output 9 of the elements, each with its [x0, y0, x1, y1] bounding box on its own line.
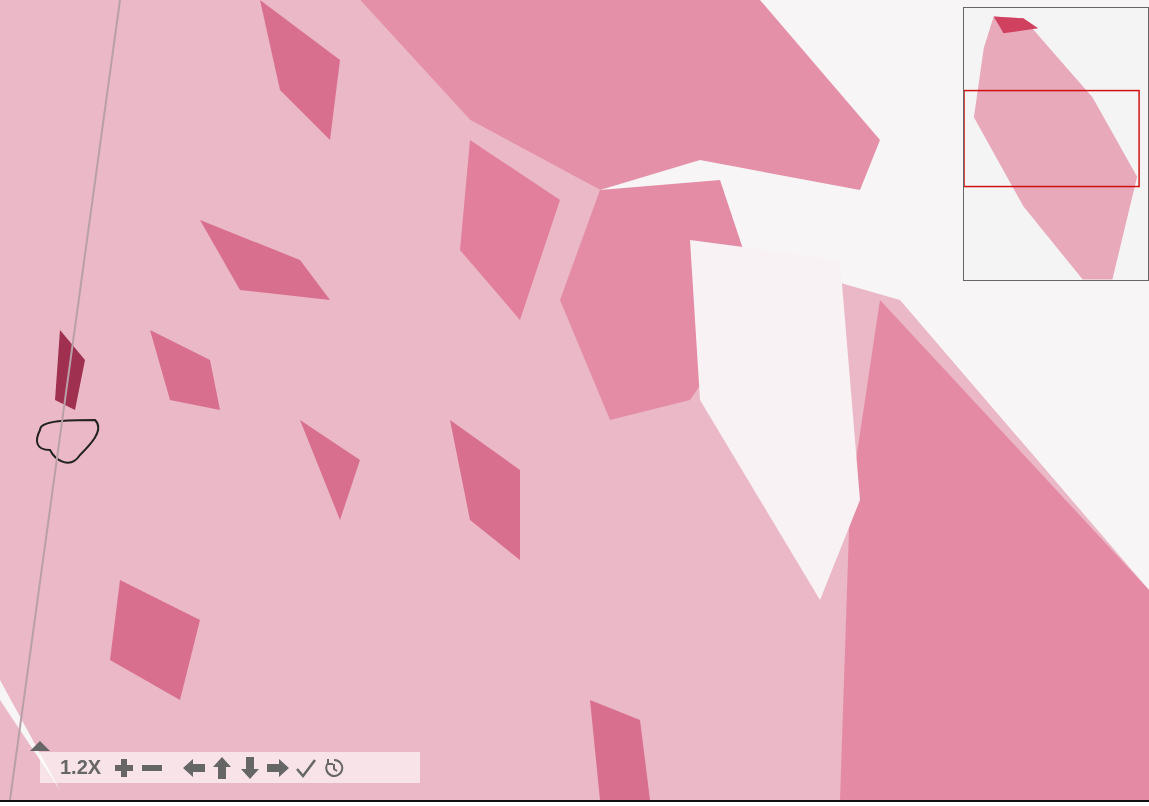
right-arrow-icon[interactable]: [267, 756, 290, 779]
collapse-caret-icon[interactable]: [30, 741, 50, 751]
left-arrow-icon[interactable]: [183, 756, 206, 779]
slide-minimap[interactable]: [963, 7, 1149, 281]
up-arrow-icon[interactable]: [211, 756, 234, 779]
zoom-level: 1.2X: [60, 756, 102, 779]
down-arrow-icon[interactable]: [239, 756, 262, 779]
reset-icon[interactable]: [323, 756, 346, 779]
zoom-in-icon[interactable]: [113, 756, 136, 779]
